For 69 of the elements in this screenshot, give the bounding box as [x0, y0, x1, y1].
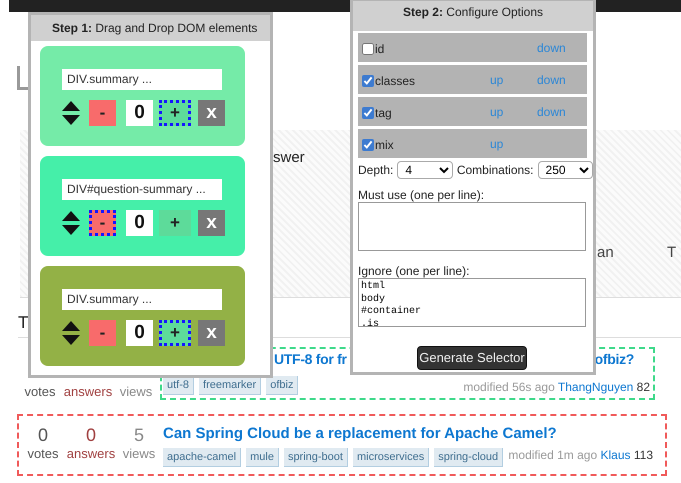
feature-caption: an: [597, 244, 614, 262]
tag[interactable]: ofbiz: [266, 376, 298, 395]
count-label: views: [120, 384, 152, 400]
option-label: id: [375, 41, 384, 58]
must-use-field[interactable]: [358, 202, 586, 251]
minus-button[interactable]: -: [89, 210, 116, 236]
question-title[interactable]: Can Spring Cloud be a replacement for Apache Camel?: [163, 424, 557, 444]
sort-arrows-icon: [62, 100, 80, 126]
remove-button[interactable]: x: [198, 320, 225, 346]
remove-button[interactable]: x: [198, 210, 225, 236]
tag[interactable]: freemarker: [199, 376, 262, 395]
user-link[interactable]: Klaus: [600, 448, 631, 462]
count-label: votes: [24, 384, 56, 400]
count-number: 5: [134, 424, 144, 446]
generate-button[interactable]: Generate Selector: [417, 346, 527, 370]
panel-title: Step 2: Configure Options: [353, 1, 593, 31]
count-label: answers: [66, 446, 116, 462]
tag[interactable]: spring-cloud: [434, 448, 504, 467]
section-title: T: [18, 313, 28, 332]
sort-arrows-icon: [62, 210, 80, 236]
count-number: 0: [38, 424, 48, 446]
element-card[interactable]: DIV.summary ... - 0 + x: [40, 266, 245, 366]
modified-time: modified 1m ago: [508, 448, 598, 462]
question-title[interactable]: UTF-8 for fr: [274, 349, 347, 369]
count-value: 0: [126, 320, 153, 346]
select-label: Depth:: [358, 162, 394, 179]
tag[interactable]: mule: [246, 448, 279, 467]
tag[interactable]: apache-camel: [163, 448, 242, 467]
element-card[interactable]: DIV#question-summary ... - 0 + x: [40, 156, 245, 256]
option-label: tag: [375, 105, 392, 122]
number-select[interactable]: 250: [538, 161, 593, 179]
count-label: views: [122, 446, 156, 462]
option-label: mix: [375, 137, 394, 154]
modified-time: modified 56s ago: [463, 380, 555, 394]
tag[interactable]: microservices: [352, 448, 430, 467]
field-label: Must use (one per line):: [358, 188, 484, 202]
field-label: Ignore (one per line):: [358, 264, 470, 278]
tag[interactable]: spring-boot: [284, 448, 348, 467]
feature-caption: T: [667, 244, 676, 262]
remove-button[interactable]: x: [198, 100, 225, 126]
number-select[interactable]: 4: [397, 161, 453, 179]
element-card[interactable]: DIV.summary ... - 0 + x: [40, 46, 245, 146]
selector-field[interactable]: DIV#question-summary ...: [62, 178, 222, 200]
reputation: 82: [636, 380, 650, 394]
minus-button[interactable]: -: [89, 320, 116, 346]
reputation: 113: [634, 448, 653, 462]
intro-text: swer: [273, 148, 305, 168]
plus-button[interactable]: +: [159, 320, 191, 346]
option-checkbox[interactable]: [362, 75, 374, 87]
count-label: votes: [27, 446, 59, 462]
user-link[interactable]: ThangNguyen: [558, 380, 634, 394]
option-label: classes: [375, 73, 416, 90]
selector-field[interactable]: DIV.summary ...: [62, 288, 222, 310]
select-label: Combinations:: [456, 162, 534, 179]
plus-button[interactable]: +: [159, 100, 191, 126]
option-checkbox[interactable]: [362, 139, 374, 151]
option-checkbox[interactable]: [362, 107, 374, 119]
count-value: 0: [126, 210, 153, 236]
option-checkbox[interactable]: [362, 43, 374, 55]
count-number: 0: [86, 424, 96, 446]
panel-title: Step 1: Drag and Drop DOM elements: [31, 15, 270, 41]
minus-button[interactable]: -: [89, 100, 116, 126]
plus-button[interactable]: +: [159, 210, 191, 236]
ignore-field[interactable]: html body #container .is: [358, 278, 586, 327]
question-title[interactable]: ofbiz?: [594, 349, 634, 369]
count-label: answers: [64, 384, 112, 400]
sort-arrows-icon: [62, 320, 80, 346]
count-value: 0: [126, 100, 153, 126]
selector-field[interactable]: DIV.summary ...: [62, 68, 222, 90]
